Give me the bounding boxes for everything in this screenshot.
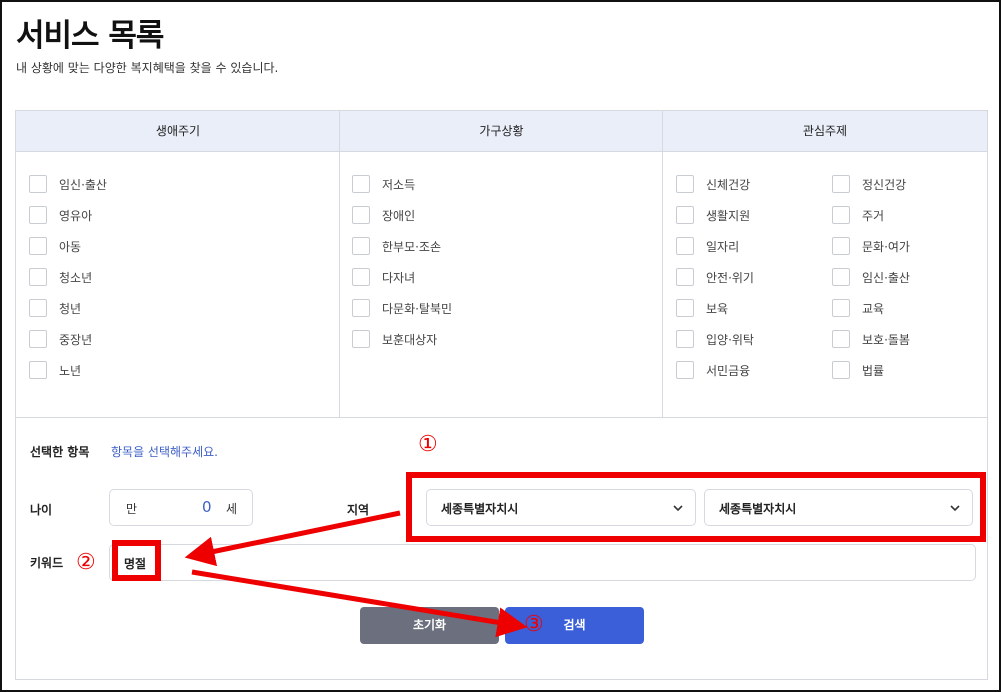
arrow-keyword-to-search: [191, 569, 528, 638]
arrow-region-to-keyword: [184, 510, 401, 567]
annotation-arrows: [184, 510, 528, 638]
